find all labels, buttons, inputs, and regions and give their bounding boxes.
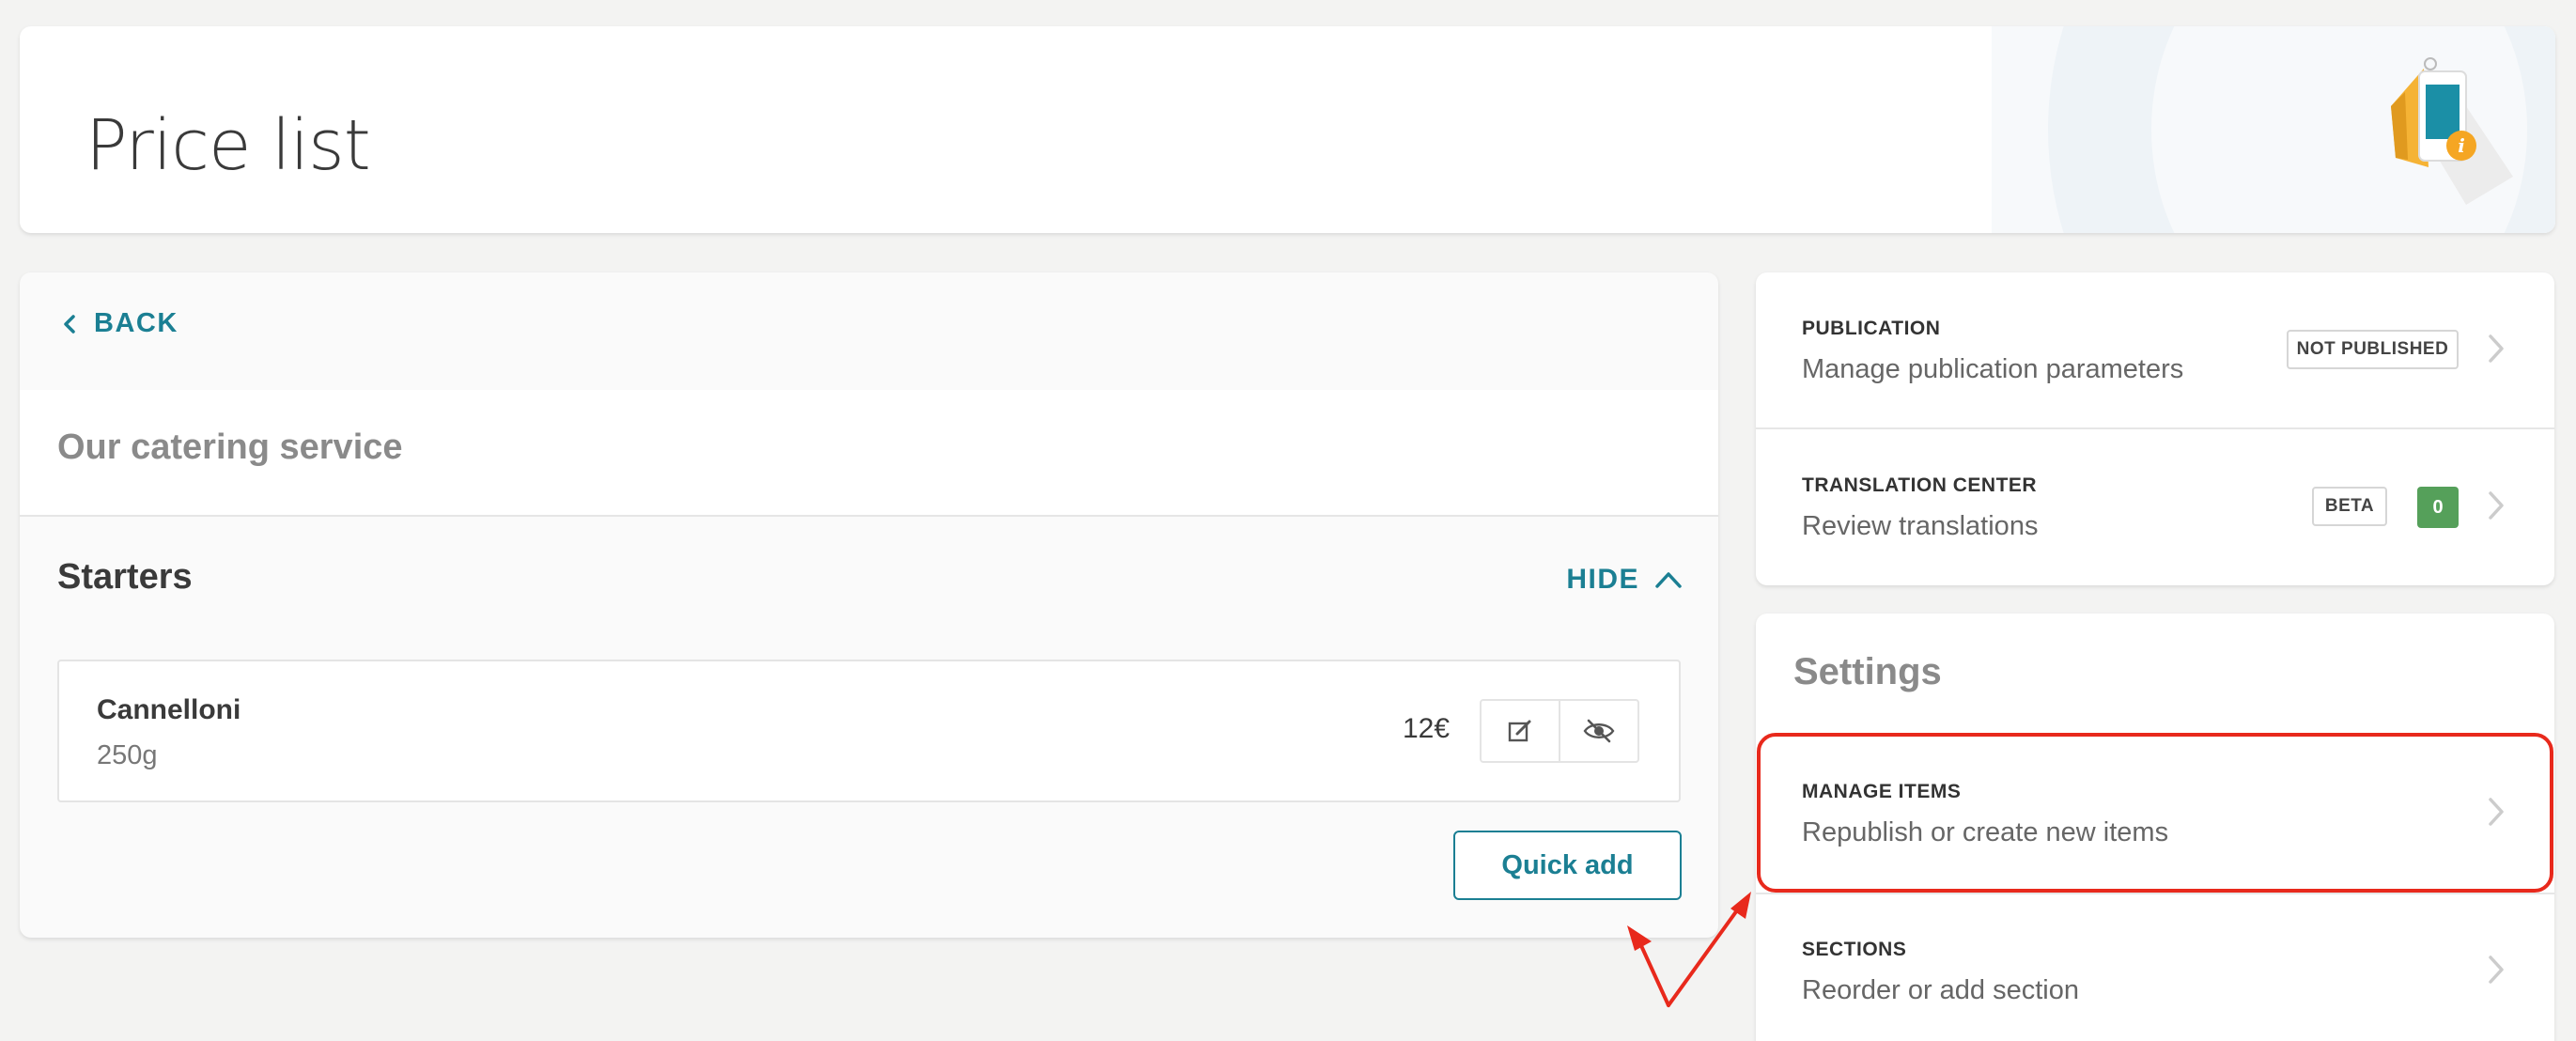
sections-label: SECTIONS (1802, 939, 1907, 960)
price-list-panel: BACK Our catering service Starters HIDE … (20, 272, 1718, 938)
edit-item-button[interactable] (1480, 699, 1560, 763)
catering-header: Our catering service (20, 390, 1718, 517)
svg-text:i: i (2458, 134, 2465, 157)
chevron-right-icon (2489, 334, 2504, 363)
list-item: Cannelloni 250g 12€ (57, 660, 1681, 802)
back-link[interactable]: BACK (62, 308, 178, 339)
status-badge: NOT PUBLISHED (2287, 330, 2459, 369)
item-weight: 250g (97, 740, 158, 770)
chevron-right-icon (2489, 491, 2504, 520)
publish-card: PUBLICATION Manage publication parameter… (1756, 272, 2554, 585)
manage-items-description: Republish or create new items (1802, 817, 2169, 847)
section-title: Starters (57, 557, 193, 597)
sections-description: Reorder or add section (1802, 975, 2079, 1005)
quick-add-button[interactable]: Quick add (1453, 831, 1682, 900)
edit-icon (1508, 720, 1531, 742)
translation-label: TRANSLATION CENTER (1802, 474, 2038, 496)
page-header: Price list i (20, 26, 2555, 233)
page-title: Price list (85, 105, 371, 186)
settings-card: Settings MANAGE ITEMS Republish or creat… (1756, 614, 2554, 1041)
publication-label: PUBLICATION (1802, 318, 1941, 339)
eye-off-icon (1583, 719, 1615, 743)
manage-items-row[interactable]: MANAGE ITEMS Republish or create new ite… (1756, 736, 2554, 892)
publication-description: Manage publication parameters (1802, 354, 2184, 384)
translation-center-row[interactable]: TRANSLATION CENTER Review translations B… (1756, 429, 2554, 585)
beta-badge: BETA (2312, 487, 2387, 526)
chevron-up-icon (1655, 572, 1682, 588)
sections-row[interactable]: SECTIONS Reorder or add section (1756, 893, 2554, 1041)
translation-description: Review translations (1802, 511, 2039, 541)
publication-row[interactable]: PUBLICATION Manage publication parameter… (1756, 272, 2554, 428)
chevron-left-icon (64, 314, 75, 334)
count-badge: 0 (2417, 487, 2459, 528)
chevron-right-icon (2489, 956, 2504, 984)
hide-item-button[interactable] (1559, 699, 1639, 763)
back-label: BACK (94, 308, 178, 338)
item-name: Cannelloni (97, 694, 241, 725)
hide-label: HIDE (1566, 564, 1639, 595)
hide-section-toggle[interactable]: HIDE (1566, 564, 1683, 596)
item-price: 12€ (1403, 713, 1451, 744)
manage-items-label: MANAGE ITEMS (1802, 781, 1962, 802)
catering-title: Our catering service (57, 427, 403, 467)
chevron-right-icon (2489, 798, 2504, 826)
settings-title: Settings (1793, 651, 1942, 692)
price-tag-info-icon: i (2391, 57, 2513, 205)
